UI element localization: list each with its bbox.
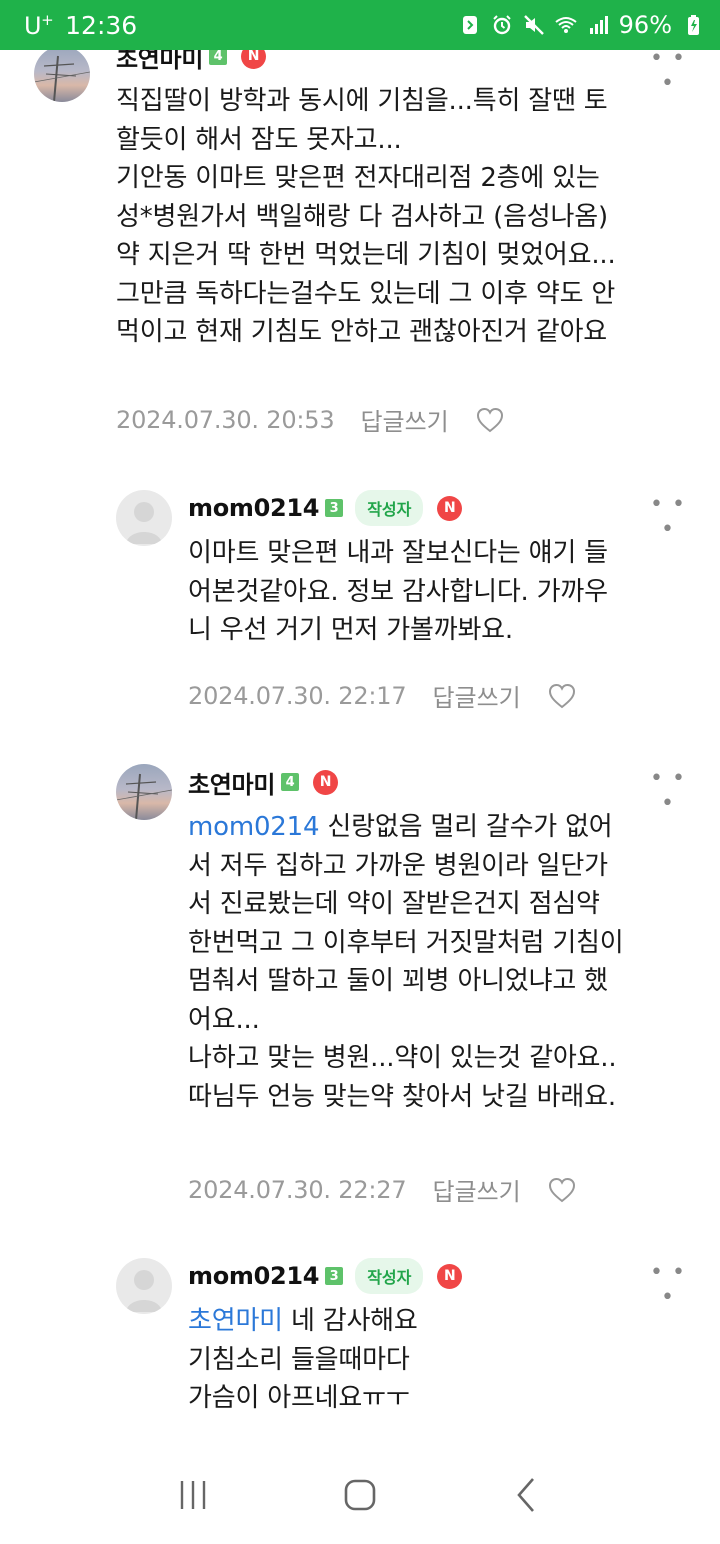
new-badge: N bbox=[437, 1263, 463, 1289]
comment-body: 초연마미 네 감사해요 기침소리 들을때마다 가슴이 아프네요ㅠㅜ bbox=[188, 1302, 708, 1418]
screen: U+ 12:36 96% 초연마미 4 N • • • 직집딸이 방학과 동시에… bbox=[0, 0, 720, 1544]
comment-meta: 2024.07.30. 20:53 답글쓰기 bbox=[116, 402, 505, 437]
comment-body: mom0214 신랑없음 멀리 갈수가 없어 서 저두 집하고 가까운 병원이라… bbox=[188, 808, 708, 1116]
mute-icon bbox=[523, 14, 545, 36]
comment-list[interactable]: 초연마미 4 N • • • 직집딸이 방학과 동시에 기침을...특히 잘땐 … bbox=[0, 50, 720, 1446]
battery-percent: 96% bbox=[618, 11, 672, 39]
comment-meta: 2024.07.30. 22:27 답글쓰기 bbox=[188, 1172, 577, 1207]
level-badge: 3 bbox=[325, 1267, 344, 1285]
comment-date: 2024.07.30. 20:53 bbox=[116, 405, 335, 434]
comment-item: 초연마미 4 N • • • 직집딸이 방학과 동시에 기침을...특히 잘땐 … bbox=[0, 50, 720, 450]
nickname[interactable]: 초연마미 bbox=[188, 765, 275, 800]
signal-icon bbox=[587, 14, 609, 36]
level-badge: 4 bbox=[209, 50, 228, 65]
comment-body: 이마트 맞은편 내과 잘보신다는 얘기 들 어본것같아요. 정보 감사합니다. … bbox=[188, 538, 608, 645]
wifi-icon bbox=[555, 14, 577, 36]
level-badge: 3 bbox=[325, 499, 344, 517]
nfc-icon bbox=[459, 14, 481, 36]
avatar[interactable] bbox=[116, 490, 172, 546]
battery-charging-icon bbox=[682, 14, 704, 36]
nickname[interactable]: 초연마미 bbox=[116, 50, 203, 74]
comment-date: 2024.07.30. 22:27 bbox=[188, 1175, 407, 1204]
status-bar: U+ 12:36 96% bbox=[0, 0, 720, 50]
comment-item: mom0214 3 작성자 N • • • 이마트 맞은편 내과 잘보신다는 얘… bbox=[0, 488, 720, 728]
nickname[interactable]: mom0214 bbox=[188, 494, 320, 522]
mention-link[interactable]: mom0214 bbox=[188, 812, 320, 842]
writer-badge: 작성자 bbox=[355, 490, 424, 526]
nickname[interactable]: mom0214 bbox=[188, 1262, 320, 1290]
new-badge: N bbox=[313, 769, 339, 795]
recent-apps-icon[interactable] bbox=[163, 1465, 223, 1525]
clock: 12:36 bbox=[65, 10, 138, 40]
mention-link[interactable]: 초연마미 bbox=[188, 1306, 283, 1336]
new-badge: N bbox=[437, 495, 463, 521]
new-badge: N bbox=[241, 50, 267, 69]
avatar[interactable] bbox=[116, 1258, 172, 1314]
heart-icon[interactable] bbox=[475, 405, 505, 435]
carrier-label: U+ bbox=[24, 10, 54, 40]
navigation-bar bbox=[0, 1446, 720, 1544]
back-icon[interactable] bbox=[497, 1465, 557, 1525]
writer-badge: 작성자 bbox=[355, 1258, 424, 1294]
comment-date: 2024.07.30. 22:17 bbox=[188, 681, 407, 710]
avatar[interactable] bbox=[116, 764, 172, 820]
home-icon[interactable] bbox=[330, 1465, 390, 1525]
comment-header: 초연마미 4 N bbox=[116, 50, 267, 76]
heart-icon[interactable] bbox=[547, 681, 577, 711]
comment-header: mom0214 3 작성자 N bbox=[188, 1256, 463, 1296]
comment-header: 초연마미 4 N bbox=[188, 762, 339, 802]
level-badge: 4 bbox=[281, 773, 300, 791]
alarm-icon bbox=[491, 14, 513, 36]
comment-header: mom0214 3 작성자 N bbox=[188, 488, 463, 528]
comment-item: mom0214 3 작성자 N • • • 초연마미 네 감사해요 기침소리 들… bbox=[0, 1256, 720, 1446]
comment-meta: 2024.07.30. 22:17 답글쓰기 bbox=[188, 678, 577, 713]
comment-body-text: 신랑없음 멀리 갈수가 없어 서 저두 집하고 가까운 병원이라 일단가 서 진… bbox=[188, 812, 624, 1112]
comment-item: 초연마미 4 N • • • mom0214 신랑없음 멀리 갈수가 없어 서 … bbox=[0, 762, 720, 1222]
heart-icon[interactable] bbox=[547, 1175, 577, 1205]
avatar[interactable] bbox=[34, 50, 90, 102]
reply-button[interactable]: 답글쓰기 bbox=[432, 1172, 520, 1207]
comment-body: 직집딸이 방학과 동시에 기침을...특히 잘땐 토 할듯이 해서 잠도 못자고… bbox=[116, 86, 616, 347]
reply-button[interactable]: 답글쓰기 bbox=[360, 402, 448, 437]
reply-button[interactable]: 답글쓰기 bbox=[432, 678, 520, 713]
